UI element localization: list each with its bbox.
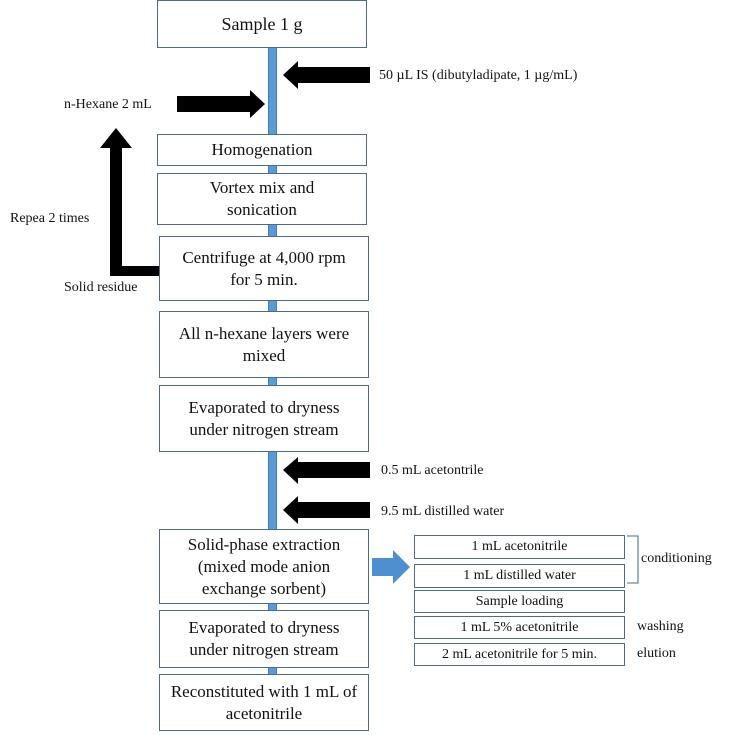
spe-step-conditioning-acetonitrile: 1 mL acetonitrile xyxy=(414,535,625,559)
spe-step-text: 1 mL 5% acetonitrile xyxy=(460,619,579,635)
spe-step-text: 1 mL distilled water xyxy=(463,568,576,583)
spe-step-conditioning-water: 1 mL distilled water xyxy=(414,564,625,588)
is-input-label: 50 µL IS (dibutyladipate, 1 µg/mL) xyxy=(379,68,578,83)
spe-step-text: Sample loading xyxy=(475,593,564,609)
loop-repeat-label: Repea 2 times xyxy=(10,211,90,226)
spe-step-elution: 2 mL acetonitrile for 5 min. xyxy=(414,643,625,666)
loop-arrow xyxy=(100,128,159,276)
elution-label: elution xyxy=(637,646,676,661)
spe-step-text: 1 mL acetonitrile xyxy=(471,539,568,554)
acetonitrile-input-arrow xyxy=(283,457,370,484)
conditioning-bracket xyxy=(627,535,639,584)
hexane-input-label: n-Hexane 2 mL xyxy=(64,97,152,112)
is-input-arrow xyxy=(283,61,370,89)
spe-step-sample-loading: Sample loading xyxy=(414,590,625,613)
spe-step-washing: 1 mL 5% acetonitrile xyxy=(414,616,625,639)
hexane-input-arrow xyxy=(177,90,265,118)
water-input-label: 9.5 mL distilled water xyxy=(381,504,505,519)
acetonitrile-input-label: 0.5 mL acetontrile xyxy=(381,463,484,478)
conditioning-label: conditioning xyxy=(641,551,712,566)
loop-source-label: Solid residue xyxy=(64,280,138,295)
water-input-arrow xyxy=(283,496,370,524)
washing-label: washing xyxy=(637,619,684,634)
spe-detail-arrow xyxy=(372,550,410,584)
spe-step-text: 2 mL acetonitrile for 5 min. xyxy=(442,646,597,662)
